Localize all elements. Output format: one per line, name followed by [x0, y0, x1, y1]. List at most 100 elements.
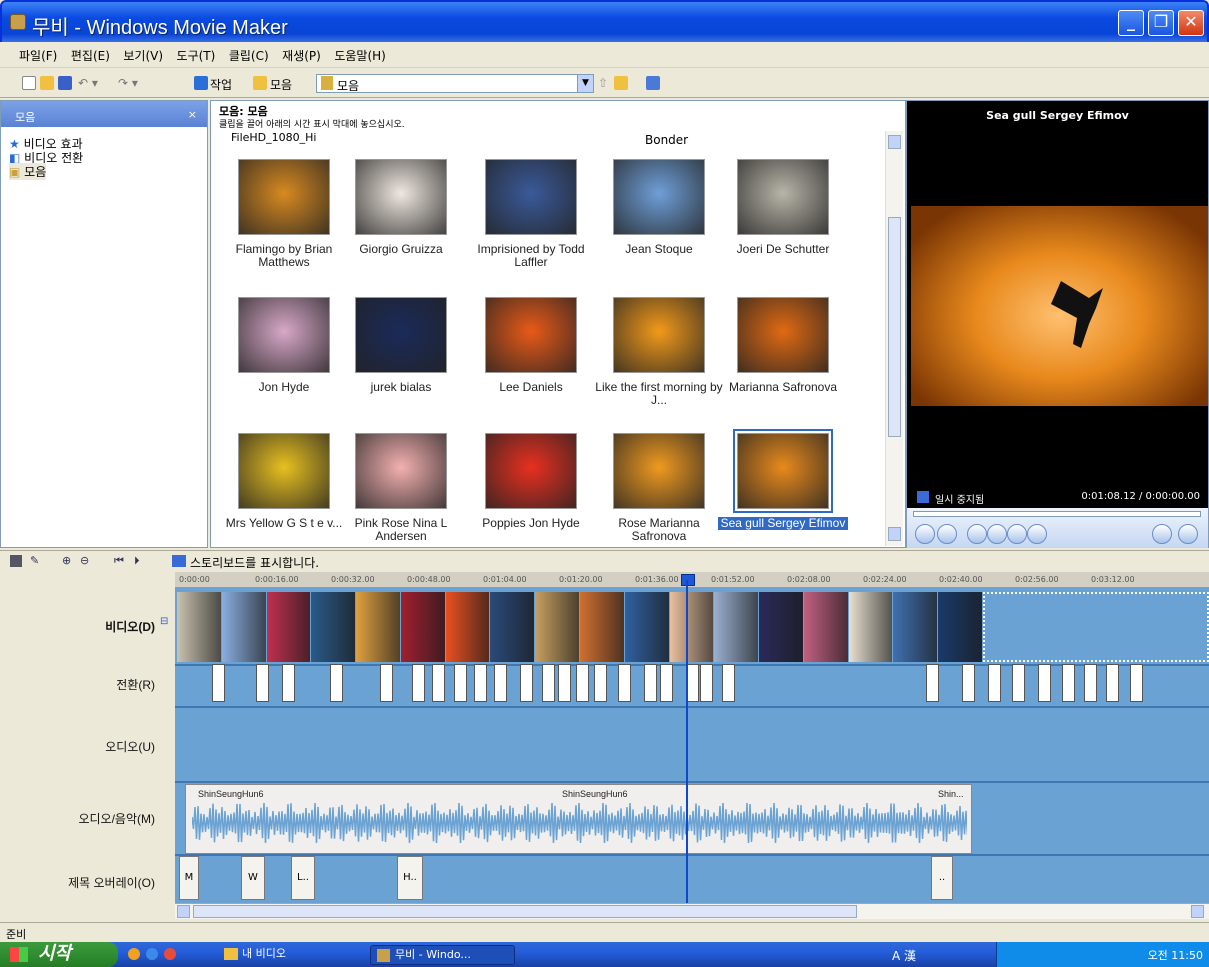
transition-marker[interactable]: [618, 664, 631, 702]
play-timeline-icon[interactable]: ⏵: [134, 554, 140, 568]
forward-button[interactable]: [1007, 524, 1027, 544]
video-clip[interactable]: [803, 592, 848, 662]
redo-icon[interactable]: ↷ ▾: [118, 76, 138, 90]
transition-marker[interactable]: [1130, 664, 1143, 702]
clip-tile[interactable]: Jean Stoque: [594, 159, 724, 256]
menu-tools[interactable]: 도구(T): [172, 42, 221, 69]
save-project-icon[interactable]: [58, 76, 72, 90]
title-clip[interactable]: ..: [931, 856, 953, 900]
clip-tile[interactable]: jurek bialas: [336, 297, 466, 394]
video-clip[interactable]: [535, 592, 579, 662]
zoom-out-icon[interactable]: ⊖: [80, 554, 89, 567]
transition-marker[interactable]: [722, 664, 735, 702]
transition-marker[interactable]: [926, 664, 939, 702]
minimize-button[interactable]: _: [1118, 10, 1144, 36]
transition-marker[interactable]: [380, 664, 393, 702]
clip-tile[interactable]: Imprisioned by Todd Laffler: [466, 159, 596, 269]
rewind-timeline-icon[interactable]: ⏮: [114, 554, 124, 568]
tree-item-collections[interactable]: ▣ 모음: [9, 163, 47, 180]
transition-marker[interactable]: [644, 664, 657, 702]
taskbar-item-movie-maker[interactable]: 무비 - Windo...: [370, 945, 515, 965]
video-clip[interactable]: [400, 592, 445, 662]
transition-marker[interactable]: [660, 664, 673, 702]
transition-marker[interactable]: [542, 664, 555, 702]
split-clip-button[interactable]: [1152, 524, 1172, 544]
new-project-icon[interactable]: [22, 76, 36, 90]
video-clip[interactable]: [624, 592, 669, 662]
stop-button[interactable]: [937, 524, 957, 544]
video-clip[interactable]: [221, 592, 266, 662]
transition-marker[interactable]: [962, 664, 975, 702]
clip-tile[interactable]: Lee Daniels: [466, 297, 596, 394]
undo-icon[interactable]: ↶ ▾: [78, 76, 98, 90]
ime-indicator[interactable]: A 漢: [892, 947, 916, 964]
transition-marker[interactable]: [1038, 664, 1051, 702]
transition-marker[interactable]: [1084, 664, 1097, 702]
rewind-button[interactable]: [987, 524, 1007, 544]
new-folder-icon[interactable]: [614, 76, 628, 90]
transition-marker[interactable]: [256, 664, 269, 702]
open-project-icon[interactable]: [40, 76, 54, 90]
playhead-handle[interactable]: [681, 574, 695, 586]
transition-marker[interactable]: [520, 664, 533, 702]
collections-button[interactable]: 모음: [270, 76, 292, 93]
transition-marker[interactable]: [474, 664, 487, 702]
snapshot-button[interactable]: [1178, 524, 1198, 544]
transition-marker[interactable]: [700, 664, 713, 702]
video-clip[interactable]: [580, 592, 624, 662]
video-clip[interactable]: [266, 592, 311, 662]
video-clip[interactable]: [714, 592, 759, 662]
video-clip[interactable]: [938, 592, 982, 662]
menu-play[interactable]: 재생(P): [277, 42, 326, 69]
title-clip[interactable]: M: [179, 856, 199, 900]
transition-marker[interactable]: [454, 664, 467, 702]
music-clip[interactable]: ShinSeungHun6 ShinSeungHun6 Shin...: [185, 784, 972, 854]
seek-bar[interactable]: [913, 511, 1201, 517]
scroll-left-button[interactable]: [177, 905, 190, 918]
video-clip[interactable]: [490, 592, 535, 662]
scroll-up-button[interactable]: [888, 135, 901, 149]
narrate-icon[interactable]: ✎: [30, 554, 39, 567]
transition-marker[interactable]: [988, 664, 1001, 702]
timeline-icon[interactable]: [10, 555, 22, 567]
transition-marker[interactable]: [432, 664, 445, 702]
transition-marker[interactable]: [594, 664, 607, 702]
title-bar[interactable]: 무비 - Windows Movie Maker _ ❐ ✕: [0, 0, 1209, 42]
menu-clip[interactable]: 클립(C): [224, 42, 274, 69]
transition-marker[interactable]: [1106, 664, 1119, 702]
transition-marker[interactable]: [576, 664, 589, 702]
menu-file[interactable]: 파일(F): [14, 42, 62, 69]
clip-tile[interactable]: Sea gull Sergey Efimov: [718, 429, 848, 530]
transition-marker[interactable]: [282, 664, 295, 702]
quicklaunch-icon[interactable]: [146, 948, 158, 960]
expand-icon[interactable]: ⊟: [160, 616, 168, 627]
next-frame-button[interactable]: [1027, 524, 1047, 544]
chevron-down-icon[interactable]: ▼: [577, 75, 593, 92]
video-clip[interactable]: [356, 592, 400, 662]
show-storyboard-button[interactable]: 스토리보드를 표시합니다.: [190, 554, 319, 571]
clip-tile[interactable]: Poppies Jon Hyde: [466, 433, 596, 530]
clock[interactable]: 오전 11:50: [1148, 949, 1203, 962]
previous-frame-button[interactable]: [967, 524, 987, 544]
zoom-in-icon[interactable]: ⊕: [62, 554, 71, 567]
transition-marker[interactable]: [1012, 664, 1025, 702]
transition-marker[interactable]: [412, 664, 425, 702]
transition-marker[interactable]: [558, 664, 571, 702]
play-button[interactable]: [915, 524, 935, 544]
playhead-line[interactable]: [686, 580, 688, 904]
clip-tile[interactable]: Mrs Yellow G S t e v...: [219, 433, 349, 530]
up-folder-icon[interactable]: ⇧: [598, 76, 608, 90]
close-button[interactable]: ✕: [1178, 10, 1204, 36]
track-label-video[interactable]: 비디오(D): [0, 618, 155, 635]
taskbar-item-my-videos[interactable]: 내 비디오: [222, 945, 286, 965]
quicklaunch-icon[interactable]: [164, 948, 176, 960]
close-icon[interactable]: ×: [188, 108, 197, 121]
transition-marker[interactable]: [494, 664, 507, 702]
title-clip[interactable]: L..: [291, 856, 315, 900]
menu-edit[interactable]: 편집(E): [66, 42, 115, 69]
scroll-thumb[interactable]: [888, 217, 901, 437]
clip-tile[interactable]: Joeri De Schutter: [718, 159, 848, 256]
menu-help[interactable]: 도움말(H): [329, 42, 391, 69]
restore-button[interactable]: ❐: [1148, 10, 1174, 36]
video-clip[interactable]: [759, 592, 803, 662]
